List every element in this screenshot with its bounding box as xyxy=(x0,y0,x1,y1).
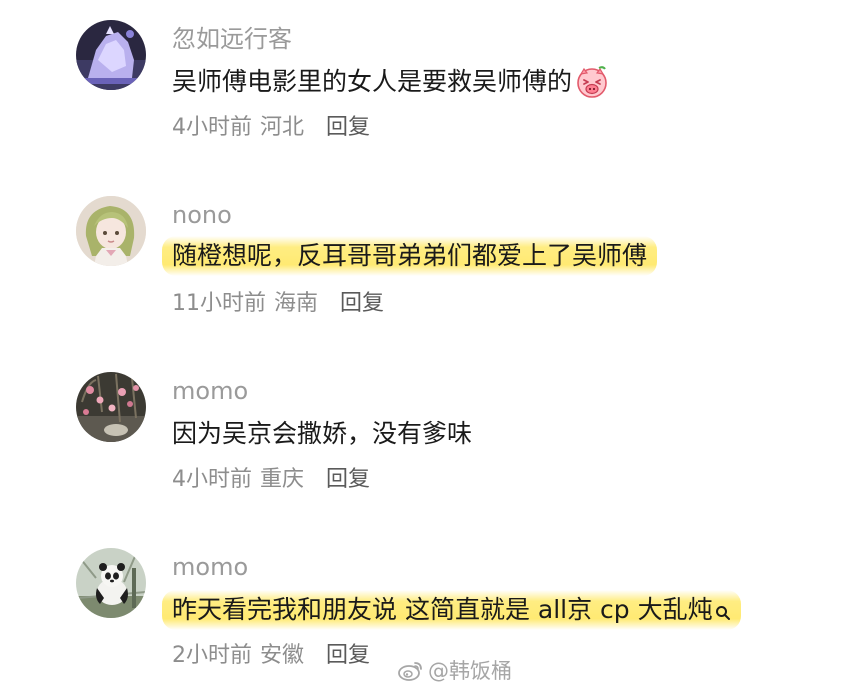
comment-text-wrap: 随橙想呢，反耳哥哥弟弟们都爱上了吴师傅 xyxy=(162,236,658,276)
comment-meta: 4小时前 重庆 回复 xyxy=(172,466,370,494)
avatar[interactable] xyxy=(76,20,146,90)
reply-button[interactable]: 回复 xyxy=(326,466,370,494)
avatar[interactable] xyxy=(76,372,146,442)
avatar[interactable] xyxy=(76,196,146,266)
comment-meta: 11小时前 海南 回复 xyxy=(172,290,384,318)
comment-text: 吴师傅电影里的女人是要救吴师傅的 xyxy=(172,67,573,96)
search-icon[interactable] xyxy=(715,605,731,621)
comment-meta: 2小时前 安徽 回复 xyxy=(172,642,370,670)
username[interactable]: momo xyxy=(172,376,248,406)
avatar[interactable] xyxy=(76,548,146,618)
username[interactable]: nono xyxy=(172,200,232,230)
reply-button[interactable]: 回复 xyxy=(340,290,384,318)
reply-button[interactable]: 回复 xyxy=(326,114,370,142)
reply-button[interactable]: 回复 xyxy=(326,642,370,670)
comment-location: 海南 xyxy=(274,291,319,316)
comment-time: 4小时前 xyxy=(172,115,252,140)
comment-text: 昨天看完我和朋友说 这简直就是 all京 cp 大乱炖 xyxy=(172,595,713,624)
weibo-logo-icon xyxy=(398,662,422,681)
comment-location: 河北 xyxy=(260,115,305,140)
watermark-text: @韩饭桶 xyxy=(428,659,512,683)
comment-text: 因为吴京会撒娇，没有爹味 xyxy=(172,419,473,448)
comment-location: 重庆 xyxy=(260,467,305,492)
comment-text-wrap: 因为吴京会撒娇，没有爹味 xyxy=(162,414,482,454)
avatar-image xyxy=(76,548,146,618)
avatar-image xyxy=(76,372,146,442)
username[interactable]: 忽如远行客 xyxy=(172,24,292,54)
comment-time: 4小时前 xyxy=(172,467,252,492)
avatar-image xyxy=(76,20,146,90)
avatar-image xyxy=(76,196,146,266)
pig-face-emoji-icon xyxy=(577,66,607,98)
comment-text-wrap: 昨天看完我和朋友说 这简直就是 all京 cp 大乱炖 xyxy=(162,590,741,630)
watermark: @韩饭桶 xyxy=(398,655,512,685)
comment-time: 2小时前 xyxy=(172,643,252,668)
comment-meta: 4小时前 河北 回复 xyxy=(172,114,370,142)
comment-text-wrap: 吴师傅电影里的女人是要救吴师傅的 xyxy=(162,62,619,102)
username[interactable]: momo xyxy=(172,552,248,582)
comment-time: 11小时前 xyxy=(172,291,266,316)
comment-text: 随橙想呢，反耳哥哥弟弟们都爱上了吴师傅 xyxy=(172,241,648,270)
comment-location: 安徽 xyxy=(260,643,305,668)
